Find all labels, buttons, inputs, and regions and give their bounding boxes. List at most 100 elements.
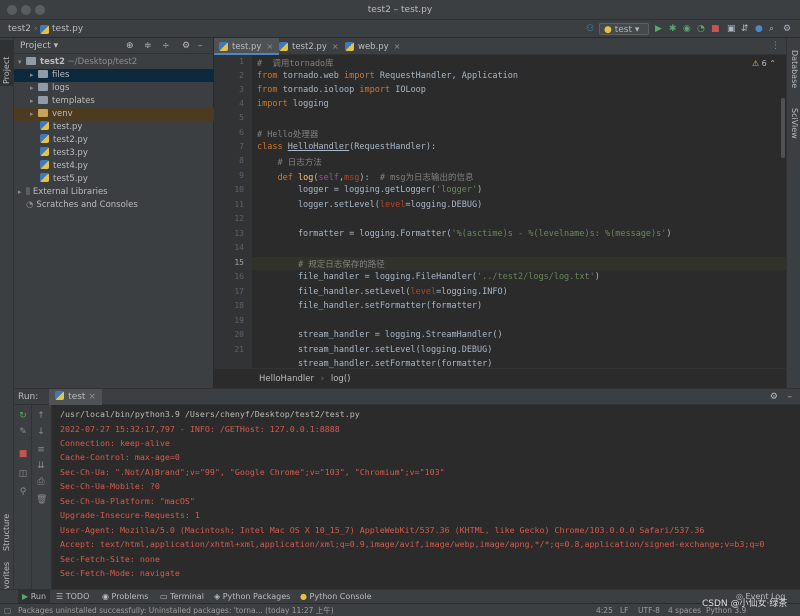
bottom-tab-python-console[interactable]: ● Python Console: [300, 590, 372, 604]
tree-item-logs[interactable]: ▸ logs: [14, 82, 214, 95]
tab-menu-icon[interactable]: ⋮: [771, 41, 780, 51]
tree-item-test5-py[interactable]: test5.py: [14, 173, 214, 186]
tab-label: test2.py: [292, 42, 327, 52]
bottom-tab-todo[interactable]: ☰ TODO: [56, 590, 89, 604]
search-icon[interactable]: ⌕: [769, 23, 774, 35]
restore-layout-icon[interactable]: ◫: [18, 469, 28, 479]
tree-item-templates[interactable]: ▸ templates: [14, 95, 214, 108]
tree-root[interactable]: ▾ test2 ~/Desktop/test2: [14, 56, 214, 69]
run-panel-header: Run: test × ⚙ –: [14, 389, 800, 405]
structure-stripe-button[interactable]: Structure: [2, 514, 11, 551]
bottom-tab-label: Problems: [111, 592, 149, 601]
bottom-tab-terminal[interactable]: ▭ Terminal: [160, 590, 204, 604]
project-view-dropdown[interactable]: Project ▾: [20, 41, 58, 51]
database-stripe-button[interactable]: Database: [790, 50, 799, 88]
breadcrumb-method[interactable]: log(): [331, 374, 351, 384]
bottom-tab-run[interactable]: ▶ Run: [18, 590, 51, 604]
close-tab-icon[interactable]: ×: [394, 42, 401, 51]
vcs-icon[interactable]: ⇵: [741, 23, 749, 35]
inspection-widget[interactable]: ⚠ 6 ⌃: [752, 59, 776, 68]
profile-icon[interactable]: ◔: [697, 23, 705, 35]
close-tab-icon[interactable]: ×: [266, 42, 273, 51]
line-number: 12: [234, 214, 244, 223]
status-bar: ▢ Packages uninstalled successfully: Uni…: [0, 599, 800, 616]
python-file-icon: [40, 147, 49, 156]
bottom-tab-python-packages[interactable]: ◈ Python Packages: [214, 590, 290, 604]
soft-wrap-icon[interactable]: ≡: [36, 445, 46, 455]
tree-item-test-py[interactable]: test.py: [14, 121, 214, 134]
line-number: 19: [234, 316, 244, 325]
expand-all-icon[interactable]: ÷: [162, 38, 170, 54]
project-structure-icon[interactable]: ▣: [727, 23, 736, 35]
indent-setting[interactable]: 4 spaces: [668, 604, 701, 616]
stop-icon[interactable]: ■: [711, 23, 720, 35]
add-user-icon[interactable]: ⚇: [586, 23, 594, 35]
run-tab-test[interactable]: test ×: [49, 389, 102, 405]
tab-test-py[interactable]: test.py ×: [214, 38, 280, 55]
console-line: Sec-Fetch-Site: none: [60, 554, 160, 564]
nav-file[interactable]: test.py: [52, 20, 83, 38]
tree-item-scratches[interactable]: ◔ Scratches and Consoles: [14, 199, 214, 212]
tree-item-external-libraries[interactable]: ▸ ⫼ External Libraries: [14, 186, 214, 199]
tree-item-label: test2.py: [53, 135, 88, 145]
folder-icon: [38, 96, 48, 104]
tree-item-files[interactable]: ▸ files: [14, 69, 214, 82]
python-file-icon: [40, 134, 49, 143]
wrench-icon[interactable]: ✎: [18, 427, 28, 437]
line-number: 1: [239, 57, 244, 66]
pin-tab-icon[interactable]: ⚲: [18, 487, 28, 497]
editor-scrollbar[interactable]: [781, 98, 785, 158]
panel-settings-icon[interactable]: ⚙: [182, 38, 190, 54]
scroll-up-icon[interactable]: ↑: [36, 411, 46, 421]
python-config-icon: ●: [604, 25, 612, 35]
close-window-button[interactable]: [7, 5, 17, 15]
code-editor: test.py × test2.py × web.py × ⋮ 1 2 3 4 5 6 7 8 9 10…: [214, 38, 786, 388]
locate-icon[interactable]: ⊕: [126, 38, 134, 54]
coverage-icon[interactable]: ◉: [683, 23, 691, 35]
print-icon[interactable]: ⎙: [36, 477, 46, 487]
root-name: test2: [40, 57, 65, 67]
run-config-dropdown[interactable]: ● test ▾: [599, 23, 649, 35]
run-icon[interactable]: ▶: [655, 23, 662, 35]
tab-test2-py[interactable]: test2.py ×: [274, 38, 345, 55]
hide-panel-icon[interactable]: –: [198, 38, 203, 54]
file-encoding[interactable]: UTF-8: [638, 604, 660, 616]
status-message[interactable]: Packages uninstalled successfully: Unins…: [18, 604, 334, 616]
settings-icon[interactable]: ⚙: [783, 23, 791, 35]
tree-item-label: test.py: [53, 122, 83, 132]
caret-position[interactable]: 4:25: [596, 604, 613, 616]
scroll-down-icon[interactable]: ↓: [36, 427, 46, 437]
nav-project[interactable]: test2: [8, 20, 31, 38]
project-panel-title: Project: [20, 41, 51, 51]
close-tab-icon[interactable]: ×: [332, 42, 339, 51]
minimize-window-button[interactable]: [21, 5, 31, 15]
collapse-all-icon[interactable]: ≑: [144, 38, 152, 54]
tab-web-py[interactable]: web.py ×: [340, 38, 406, 55]
python-file-icon: [219, 42, 228, 51]
bottom-tab-problems[interactable]: ◉ Problems: [102, 590, 148, 604]
stop-icon[interactable]: ■: [18, 449, 28, 459]
line-number: 5: [239, 113, 244, 122]
terminal-icon: ▭: [160, 592, 168, 601]
rerun-icon[interactable]: ↻: [18, 411, 28, 421]
debug-icon[interactable]: ✱: [669, 23, 677, 35]
project-stripe-button[interactable]: Project: [2, 57, 11, 84]
clear-all-icon[interactable]: 🗑: [36, 495, 47, 505]
status-panel-icon[interactable]: ▢: [4, 604, 11, 616]
tree-item-test4-py[interactable]: test4.py: [14, 160, 214, 173]
line-separator[interactable]: LF: [620, 604, 629, 616]
tree-item-test3-py[interactable]: test3.py: [14, 147, 214, 160]
close-run-tab-icon[interactable]: ×: [88, 392, 96, 402]
run-settings-icon[interactable]: ⚙: [770, 389, 778, 405]
scroll-to-end-icon[interactable]: ⇊: [36, 461, 46, 471]
breadcrumb-class[interactable]: HelloHandler: [259, 374, 314, 384]
hide-run-panel-icon[interactable]: –: [788, 389, 793, 405]
zoom-window-button[interactable]: [35, 5, 45, 15]
library-icon: ⫼: [26, 187, 30, 197]
run-panel: Run: test × ⚙ – ↻ ✎ ■ ◫ ⚲ ↑ ↓ ≡ ⇊ ⎙ 🗑 /u…: [14, 388, 800, 590]
todo-icon: ☰: [56, 592, 64, 601]
update-icon[interactable]: ●: [755, 23, 763, 35]
tree-item-test2-py[interactable]: test2.py: [14, 134, 214, 147]
tree-item-venv[interactable]: ▸ venv: [14, 108, 214, 121]
sciview-stripe-button[interactable]: SciView: [790, 108, 799, 139]
